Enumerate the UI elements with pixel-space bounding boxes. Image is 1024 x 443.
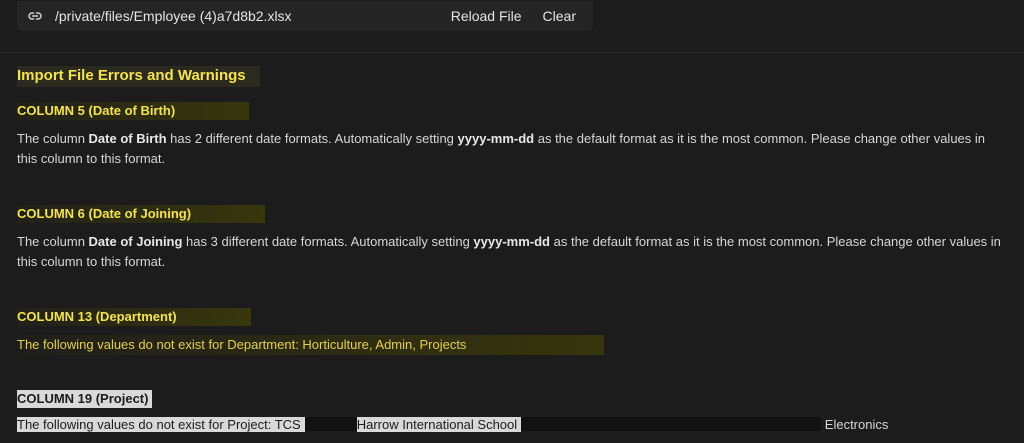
redaction-mark	[304, 417, 357, 431]
file-path-link[interactable]: /private/files/Employee (4)a7d8b2.xlsx	[55, 8, 292, 24]
reload-file-button[interactable]: Reload File	[451, 8, 522, 24]
divider	[0, 52, 1024, 53]
panel-title: Import File Errors and Warnings	[17, 66, 260, 87]
error-message: The column Date of Birth has 2 different…	[17, 131, 986, 166]
column-heading: COLUMN 19 (Project)	[17, 390, 153, 408]
error-message: The column Date of Joining has 3 differe…	[17, 234, 1001, 269]
column-heading: COLUMN 5 (Date of Birth)	[17, 102, 250, 120]
column-heading: COLUMN 6 (Date of Joining)	[17, 205, 266, 223]
error-section: COLUMN 6 (Date of Joining) The column Da…	[17, 205, 1007, 272]
import-errors-panel: Import File Errors and Warnings COLUMN 5…	[17, 66, 1007, 432]
clear-button[interactable]: Clear	[543, 8, 576, 24]
warning-message: The following values do not exist for De…	[17, 335, 605, 355]
redaction-mark	[521, 417, 822, 431]
error-section: COLUMN 5 (Date of Birth) The column Date…	[17, 102, 1007, 169]
file-toolbar: /private/files/Employee (4)a7d8b2.xlsx R…	[17, 1, 593, 31]
warning-message: The following values do not exist for Pr…	[17, 417, 889, 432]
warning-section: COLUMN 19 (Project) The following values…	[17, 390, 1007, 435]
warning-section: COLUMN 13 (Department) The following val…	[17, 308, 1007, 355]
link-icon	[25, 6, 45, 26]
column-heading: COLUMN 13 (Department)	[17, 308, 251, 326]
